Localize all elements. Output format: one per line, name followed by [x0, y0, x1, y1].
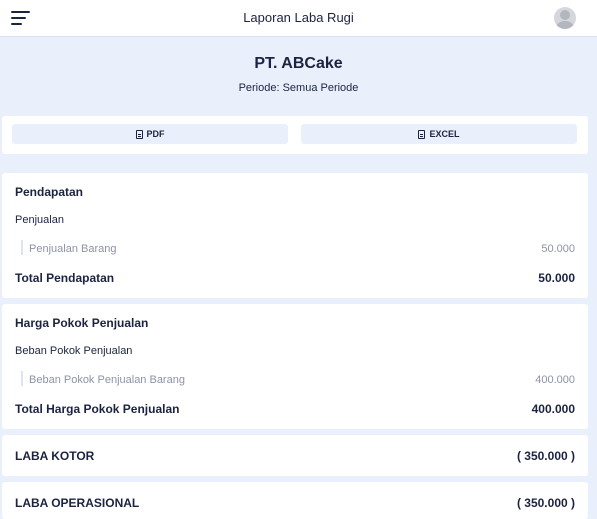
page-title: Laporan Laba Rugi [243, 10, 354, 25]
export-excel-button[interactable]: EXCEL [301, 124, 577, 144]
company-name: PT. ABCake [254, 55, 343, 72]
pendapatan-section: Pendapatan Penjualan Penjualan Barang 50… [2, 173, 588, 298]
export-pdf-button[interactable]: PDF [12, 124, 288, 144]
laba-operasional-value: ( 350.000 ) [516, 496, 575, 510]
hpp-section: Harga Pokok Penjualan Beban Pokok Penjua… [2, 304, 588, 429]
top-app-bar: Laporan Laba Rugi [0, 0, 597, 37]
export-excel-label: EXCEL [429, 129, 460, 139]
laba-kotor-row: LABA KOTOR ( 350.000 ) [2, 435, 588, 476]
account-name: Beban Pokok Penjualan Barang [29, 374, 185, 386]
account-name: Penjualan Barang [29, 243, 117, 255]
laba-kotor-value: ( 350.000 ) [516, 449, 575, 463]
total-label: Total Harga Pokok Penjualan [15, 402, 180, 416]
export-pdf-label: PDF [146, 129, 165, 139]
indent-bar [21, 371, 23, 386]
laba-kotor-label: LABA KOTOR [15, 449, 95, 463]
report-period: Periode: Semua Periode [238, 82, 359, 94]
account-value: 400.000 [535, 374, 575, 386]
total-label: Total Pendapatan [15, 271, 115, 285]
export-actions: PDF EXCEL [2, 116, 588, 154]
file-icon [135, 129, 143, 139]
total-value: 50.000 [538, 271, 575, 285]
group-title: Penjualan [15, 214, 64, 226]
account-value: 50.000 [541, 243, 575, 255]
indent-bar [21, 240, 23, 255]
laba-operasional-label: LABA OPERASIONAL [15, 496, 140, 510]
section-title: Pendapatan [15, 185, 84, 199]
section-title: Harga Pokok Penjualan [15, 316, 149, 330]
group-title: Beban Pokok Penjualan [15, 345, 133, 357]
total-value: 400.000 [531, 402, 575, 416]
avatar-icon[interactable] [554, 7, 576, 29]
file-icon [418, 129, 426, 139]
laba-operasional-row: LABA OPERASIONAL ( 350.000 ) [2, 482, 588, 519]
